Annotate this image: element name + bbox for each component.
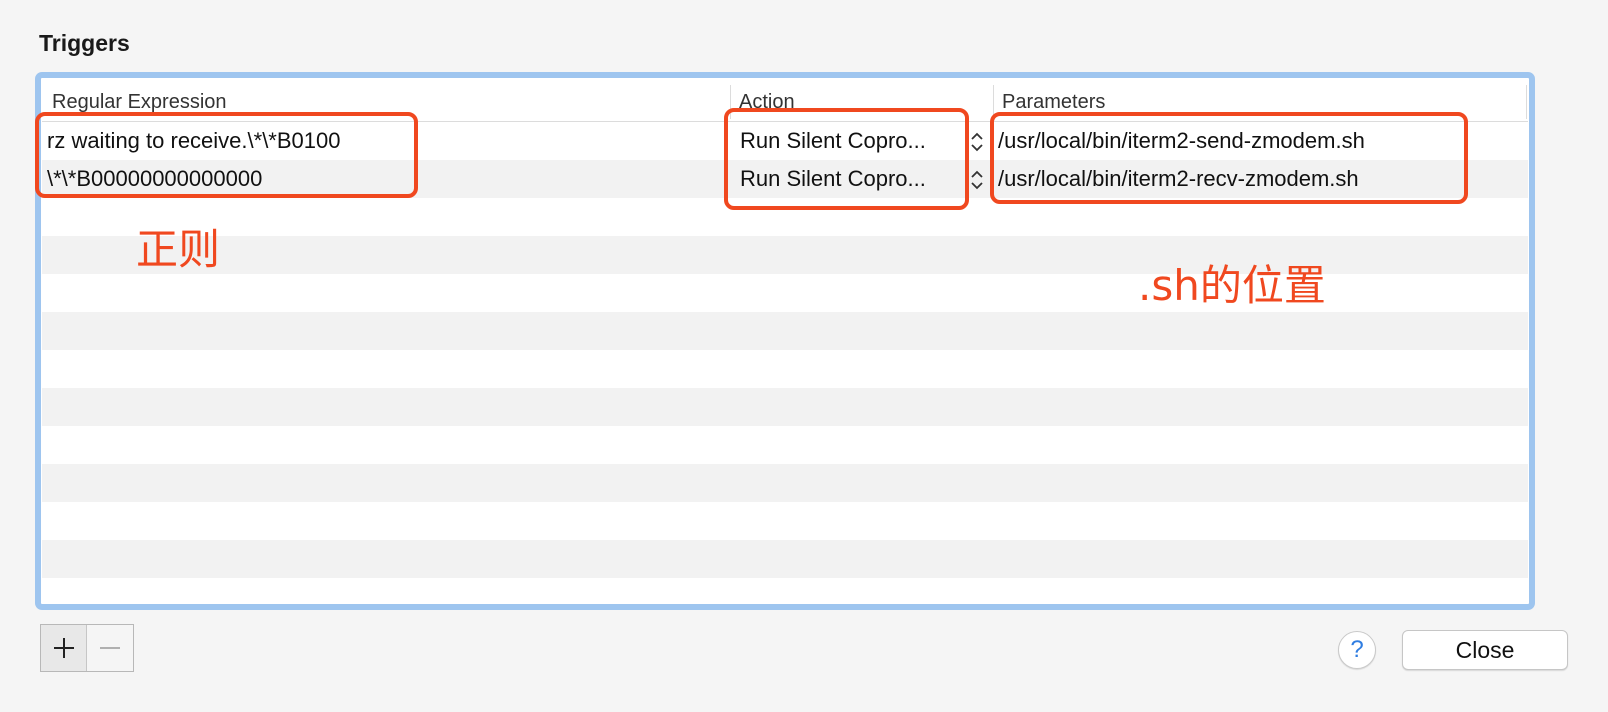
empty-row[interactable] xyxy=(42,426,1528,464)
add-trigger-button[interactable] xyxy=(41,625,87,671)
add-remove-control xyxy=(40,624,134,672)
popup-stepper-icon[interactable] xyxy=(968,168,986,192)
annotation-label-regex: 正则 xyxy=(136,225,221,274)
popup-stepper-icon[interactable] xyxy=(968,130,986,154)
empty-row[interactable] xyxy=(42,464,1528,502)
empty-row[interactable] xyxy=(42,312,1528,350)
annotation-box-regex xyxy=(35,112,418,198)
close-button[interactable]: Close xyxy=(1402,630,1568,670)
remove-trigger-button[interactable] xyxy=(87,625,133,671)
help-button[interactable]: ? xyxy=(1338,631,1376,669)
empty-row[interactable] xyxy=(42,540,1528,578)
empty-row[interactable] xyxy=(42,388,1528,426)
minus-icon xyxy=(100,647,120,649)
annotation-box-action xyxy=(724,108,969,210)
annotation-box-parameters xyxy=(990,112,1468,204)
empty-row[interactable] xyxy=(42,502,1528,540)
plus-icon xyxy=(53,638,74,658)
triggers-dialog: Triggers Regular Expression Action Param… xyxy=(0,0,1608,712)
column-divider[interactable] xyxy=(1526,85,1527,119)
empty-row[interactable] xyxy=(42,350,1528,388)
annotation-label-parameters: .sh的位置 xyxy=(1138,261,1326,310)
section-title: Triggers xyxy=(39,30,130,56)
empty-row[interactable] xyxy=(42,578,1528,604)
